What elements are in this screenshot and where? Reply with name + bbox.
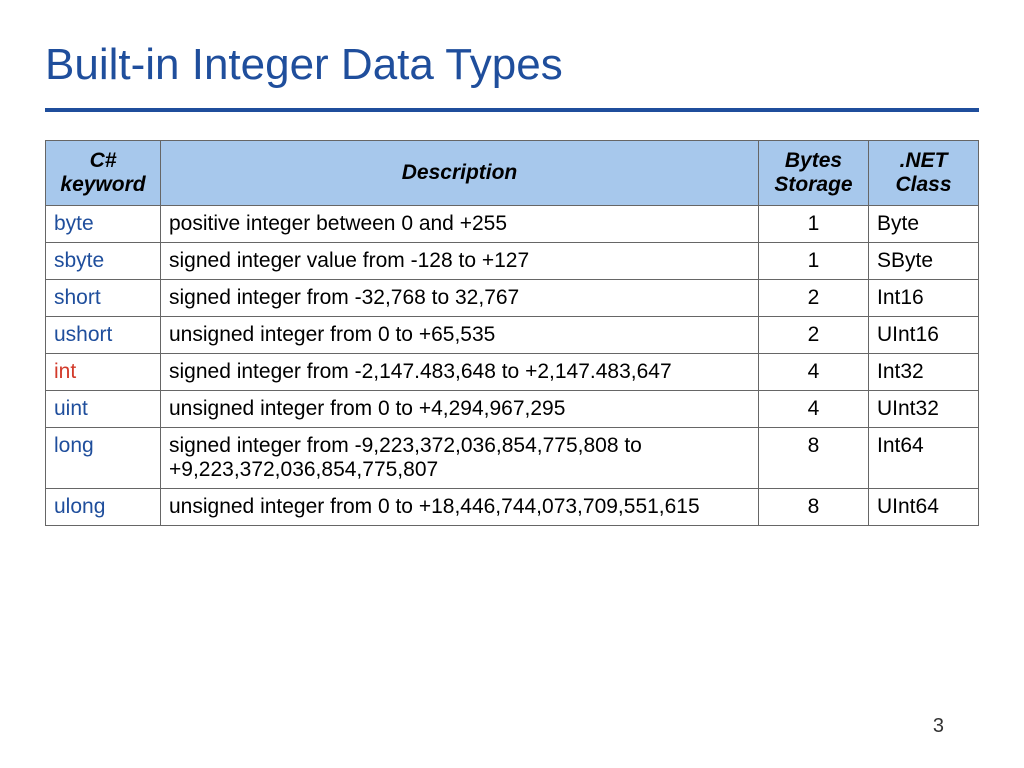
table-row: bytepositive integer between 0 and +2551… bbox=[46, 206, 979, 243]
cell-keyword: int bbox=[46, 354, 161, 391]
cell-description: unsigned integer from 0 to +18,446,744,0… bbox=[161, 489, 759, 526]
cell-bytes: 2 bbox=[759, 280, 869, 317]
cell-keyword: ulong bbox=[46, 489, 161, 526]
cell-class: UInt16 bbox=[869, 317, 979, 354]
cell-bytes: 4 bbox=[759, 391, 869, 428]
cell-keyword: uint bbox=[46, 391, 161, 428]
table-row: intsigned integer from -2,147.483,648 to… bbox=[46, 354, 979, 391]
col-header-keyword: C# keyword bbox=[46, 141, 161, 206]
cell-description: unsigned integer from 0 to +4,294,967,29… bbox=[161, 391, 759, 428]
slide: Built-in Integer Data Types C# keyword D… bbox=[0, 0, 1024, 768]
title-rule bbox=[45, 108, 979, 112]
cell-bytes: 1 bbox=[759, 206, 869, 243]
page-title: Built-in Integer Data Types bbox=[45, 40, 979, 90]
table-header-row: C# keyword Description Bytes Storage .NE… bbox=[46, 141, 979, 206]
cell-description: positive integer between 0 and +255 bbox=[161, 206, 759, 243]
cell-description: signed integer from -32,768 to 32,767 bbox=[161, 280, 759, 317]
cell-class: Int16 bbox=[869, 280, 979, 317]
cell-description: unsigned integer from 0 to +65,535 bbox=[161, 317, 759, 354]
cell-class: SByte bbox=[869, 243, 979, 280]
cell-keyword: sbyte bbox=[46, 243, 161, 280]
cell-class: UInt32 bbox=[869, 391, 979, 428]
cell-class: Int32 bbox=[869, 354, 979, 391]
col-header-class: .NET Class bbox=[869, 141, 979, 206]
col-header-description: Description bbox=[161, 141, 759, 206]
cell-class: Byte bbox=[869, 206, 979, 243]
table-row: longsigned integer from -9,223,372,036,8… bbox=[46, 428, 979, 489]
cell-description: signed integer value from -128 to +127 bbox=[161, 243, 759, 280]
cell-bytes: 2 bbox=[759, 317, 869, 354]
cell-description: signed integer from -9,223,372,036,854,7… bbox=[161, 428, 759, 489]
table-row: uintunsigned integer from 0 to +4,294,96… bbox=[46, 391, 979, 428]
table-row: ushortunsigned integer from 0 to +65,535… bbox=[46, 317, 979, 354]
table-row: shortsigned integer from -32,768 to 32,7… bbox=[46, 280, 979, 317]
cell-bytes: 8 bbox=[759, 428, 869, 489]
col-header-bytes: Bytes Storage bbox=[759, 141, 869, 206]
integer-types-table: C# keyword Description Bytes Storage .NE… bbox=[45, 140, 979, 526]
cell-bytes: 8 bbox=[759, 489, 869, 526]
cell-keyword: long bbox=[46, 428, 161, 489]
cell-bytes: 4 bbox=[759, 354, 869, 391]
cell-keyword: ushort bbox=[46, 317, 161, 354]
cell-description: signed integer from -2,147.483,648 to +2… bbox=[161, 354, 759, 391]
page-number: 3 bbox=[933, 715, 944, 738]
cell-class: UInt64 bbox=[869, 489, 979, 526]
cell-keyword: short bbox=[46, 280, 161, 317]
table-row: ulongunsigned integer from 0 to +18,446,… bbox=[46, 489, 979, 526]
cell-bytes: 1 bbox=[759, 243, 869, 280]
table-row: sbytesigned integer value from -128 to +… bbox=[46, 243, 979, 280]
cell-keyword: byte bbox=[46, 206, 161, 243]
cell-class: Int64 bbox=[869, 428, 979, 489]
